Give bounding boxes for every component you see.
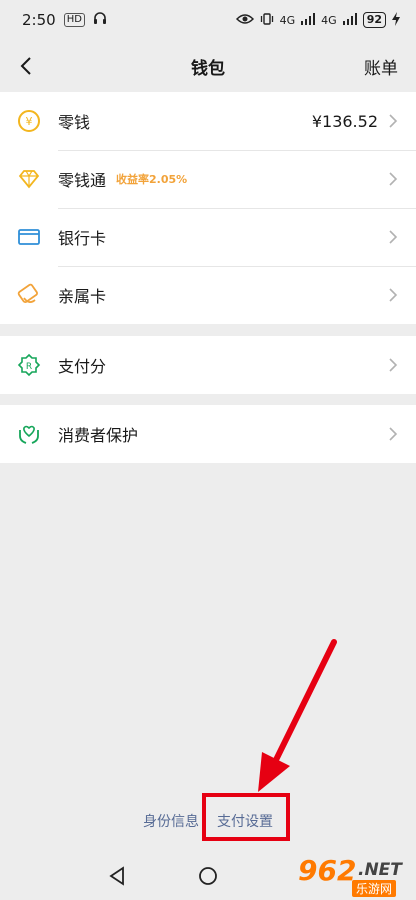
triangle-back-icon [109, 866, 124, 886]
list-item-label: 零钱 [58, 113, 91, 132]
eye-icon [235, 13, 254, 28]
list-item-label: 零钱通 [58, 171, 107, 190]
chevron-right-icon [388, 229, 398, 245]
list-item-change-pass[interactable]: 零钱通 收益率2.05% [0, 150, 416, 208]
chevron-right-icon [388, 287, 398, 303]
family-card-icon [16, 282, 42, 308]
consumer-protection-icon [16, 421, 42, 447]
list-item-label: 银行卡 [58, 229, 107, 248]
notification-badge: HD [63, 13, 85, 27]
network-label-1: 4G [279, 13, 296, 27]
diamond-icon [16, 166, 42, 192]
list-item-consumer-protection[interactable]: 消费者保护 [0, 405, 416, 463]
list-item-label: 支付分 [58, 357, 107, 376]
list-item-label: 消费者保护 [58, 426, 139, 445]
watermark-domain: .NET [358, 860, 402, 880]
identity-info-link[interactable]: 身份信息 [143, 807, 199, 835]
charging-icon [392, 11, 400, 29]
system-home-button[interactable] [198, 866, 218, 890]
vibrate-icon [260, 12, 274, 29]
network-label-2: 4G [321, 13, 337, 27]
watermark-cn-text: 乐游网 [352, 880, 397, 897]
bill-button[interactable]: 账单 [364, 54, 398, 79]
bank-card-icon [16, 224, 42, 250]
wallet-group: ¥ 零钱 ¥136.52 零钱通 收益率2.05% 银行卡 亲属卡 [0, 92, 416, 324]
highlight-box [202, 793, 290, 841]
signal-icon [342, 12, 357, 28]
list-item-label: 亲属卡 [58, 287, 107, 306]
status-left: 2:50 HD [22, 11, 107, 29]
pay-score-badge-icon: R [16, 352, 42, 378]
chevron-right-icon [388, 171, 398, 187]
watermark-number: 962 [298, 854, 357, 887]
headphones-icon [93, 11, 107, 29]
system-back-button[interactable] [108, 866, 128, 890]
protection-group: 消费者保护 [0, 405, 416, 463]
status-right: 4G 4G 92 [235, 11, 400, 29]
chevron-right-icon [388, 426, 398, 442]
svg-text:R: R [26, 362, 32, 372]
list-item-family-card[interactable]: 亲属卡 [0, 266, 416, 324]
list-item-pay-score[interactable]: R 支付分 [0, 336, 416, 394]
page-title: 钱包 [191, 58, 225, 79]
chevron-right-icon [388, 357, 398, 373]
svg-text:¥: ¥ [26, 115, 33, 128]
circle-home-icon [199, 867, 217, 885]
list-item-bank-card[interactable]: 银行卡 [0, 208, 416, 266]
battery-level: 92 [362, 12, 386, 28]
status-bar: 2:50 HD 4G 4G 92 [0, 0, 416, 40]
list-item-change[interactable]: ¥ 零钱 ¥136.52 [0, 92, 416, 150]
nav-bar: 钱包 账单 [0, 40, 416, 92]
chevron-right-icon [388, 113, 398, 129]
yuan-coin-icon: ¥ [16, 108, 42, 134]
signal-icon [301, 12, 316, 28]
chevron-left-icon [20, 57, 31, 75]
yield-rate-tag: 收益率2.05% [116, 173, 188, 186]
back-button[interactable] [12, 52, 40, 80]
status-time: 2:50 [22, 11, 56, 29]
credit-group: R 支付分 [0, 336, 416, 394]
balance-value: ¥136.52 [311, 111, 378, 131]
watermark-logo: 962 .NET 乐游网 [298, 854, 410, 897]
